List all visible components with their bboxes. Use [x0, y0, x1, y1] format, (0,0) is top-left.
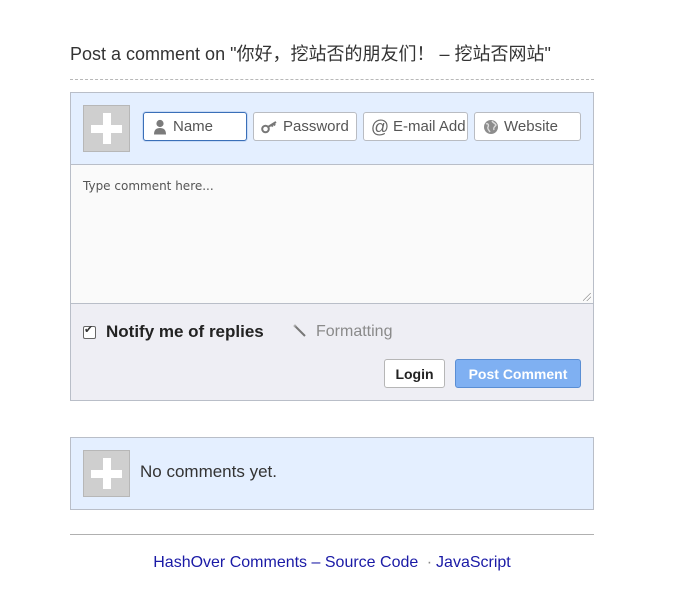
website-input[interactable] [504, 113, 578, 140]
footer-divider [70, 534, 594, 535]
email-field[interactable]: @ [363, 112, 468, 141]
key-icon [261, 118, 279, 136]
footer-separator: · [426, 554, 433, 571]
notify-label: Notify me of replies [106, 322, 264, 341]
comment-textarea[interactable] [71, 165, 593, 303]
comment-form: @ Notify me of replies Formatting [70, 92, 594, 401]
password-field[interactable] [253, 112, 357, 141]
formatting-toggle[interactable]: Formatting [293, 321, 392, 343]
resize-handle[interactable] [583, 293, 591, 301]
footer-dash: – [311, 554, 321, 571]
footer: HashOver Comments – Source Code · JavaScr… [70, 554, 594, 572]
website-field[interactable] [474, 112, 581, 141]
avatar [83, 105, 130, 152]
name-input[interactable] [173, 113, 244, 140]
no-comments-message: No comments yet. [140, 462, 277, 481]
formatting-label: Formatting [316, 323, 393, 340]
javascript-link[interactable]: JavaScript [436, 554, 511, 571]
form-header: @ [71, 93, 593, 165]
notify-option[interactable]: Notify me of replies [83, 321, 264, 343]
hashover-link[interactable]: HashOver Comments [153, 554, 307, 571]
post-comment-button[interactable]: Post Comment [455, 359, 581, 388]
at-icon: @ [370, 116, 390, 137]
notify-checkbox[interactable] [83, 323, 96, 339]
avatar [83, 450, 130, 497]
globe-icon [482, 118, 500, 136]
login-button[interactable]: Login [384, 359, 445, 388]
title-divider [70, 79, 594, 80]
page-title: Post a comment on "你好，挖站否的朋友们！ – 挖站否网站" [70, 44, 551, 64]
user-icon [151, 118, 169, 136]
name-field[interactable] [143, 112, 247, 141]
comments-section: No comments yet. [70, 437, 594, 510]
email-input[interactable] [393, 113, 465, 140]
source-code-link[interactable]: Source Code [325, 554, 418, 571]
comment-area [71, 165, 593, 304]
password-input[interactable] [283, 113, 354, 140]
wand-icon [293, 324, 307, 341]
